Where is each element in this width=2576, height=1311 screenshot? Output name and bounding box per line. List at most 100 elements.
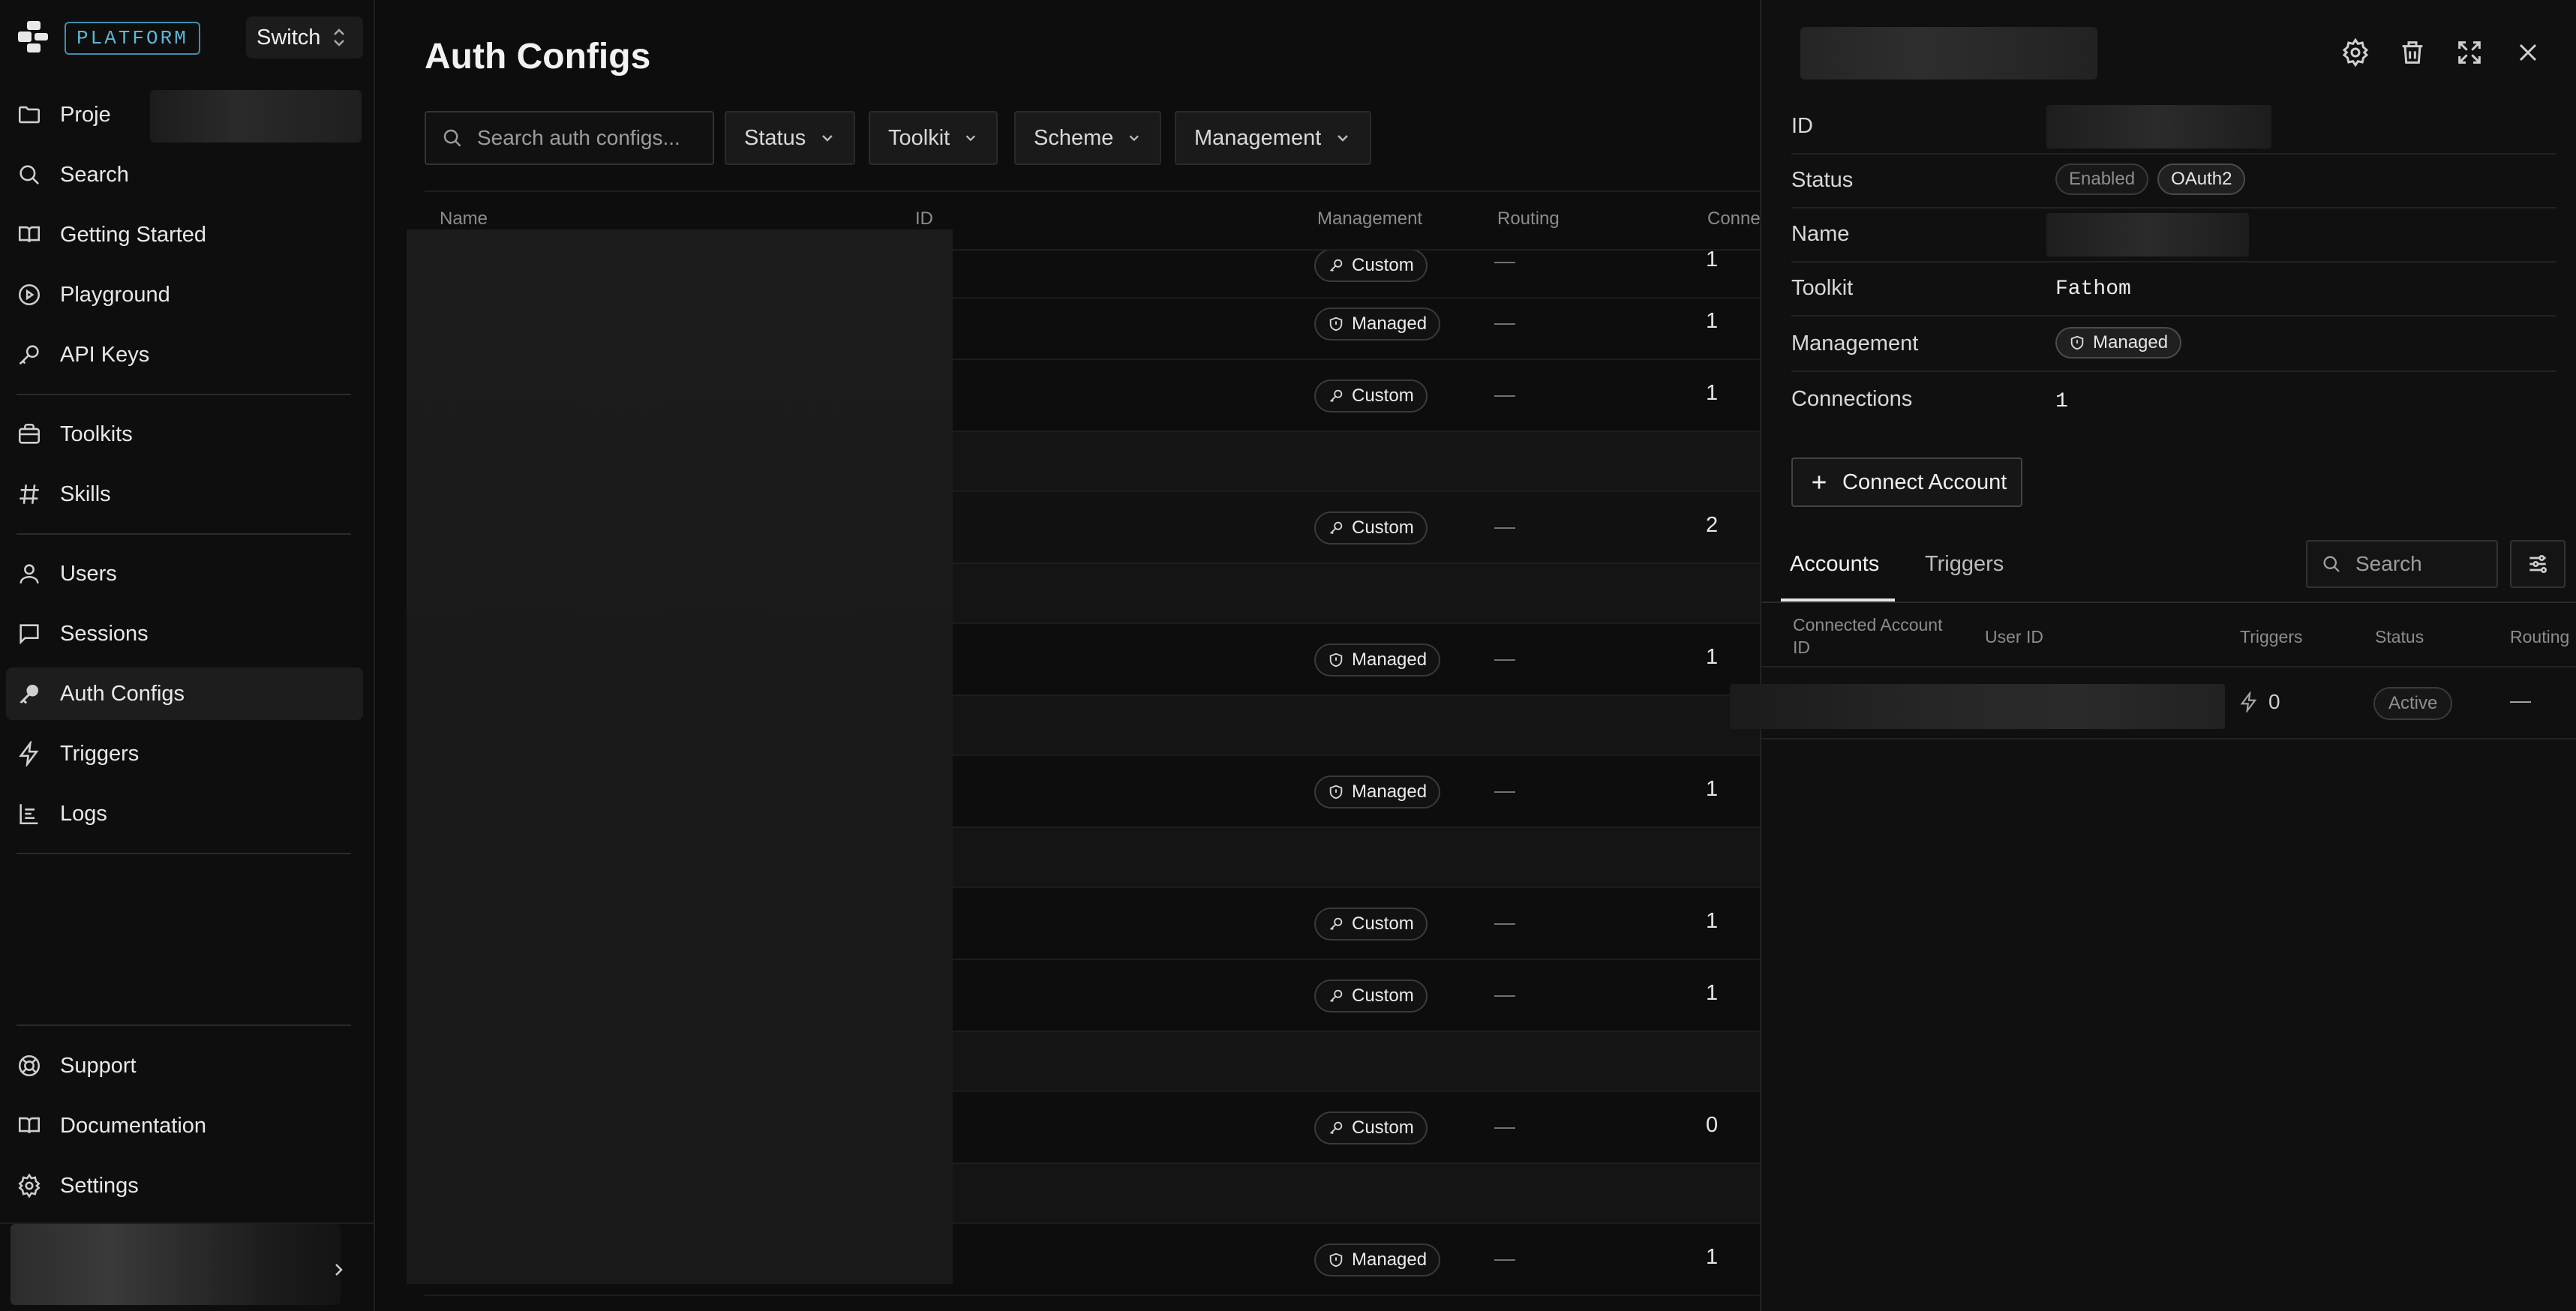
column-connections[interactable]: Conne (1707, 208, 1760, 230)
accounts-search-input[interactable] (2354, 551, 2489, 577)
routing-value: — (1494, 382, 1515, 406)
tabs-divider (1761, 602, 2576, 603)
sidebar-item-users[interactable]: Users (6, 548, 363, 600)
column-status[interactable]: Status (2375, 626, 2424, 648)
filter-label: Scheme (1034, 125, 1114, 150)
switch-button[interactable]: Switch (246, 16, 363, 58)
column-user-id[interactable]: User ID (1985, 626, 2043, 648)
management-filter[interactable]: Management (1175, 111, 1371, 165)
sidebar-item-search[interactable]: Search (6, 148, 363, 201)
expand-icon[interactable] (2454, 38, 2484, 68)
gear-icon[interactable] (2340, 38, 2370, 68)
routing-value: — (1494, 514, 1515, 538)
shield-icon (1328, 652, 1344, 668)
account-triggers: 0 (2238, 690, 2280, 714)
connections-value: 1 (1706, 248, 1719, 272)
column-management[interactable]: Management (1317, 208, 1422, 230)
routing-value: — (1494, 249, 1515, 272)
status-filter[interactable]: Status (725, 111, 855, 165)
prop-row-id: ID (1791, 100, 2556, 154)
column-routing[interactable]: Routing (1497, 208, 1560, 230)
column-triggers[interactable]: Triggers (2240, 626, 2303, 648)
hash-icon (17, 482, 42, 507)
tab-active-indicator (1781, 598, 1895, 602)
sidebar-item-auth-configs[interactable]: Auth Configs (6, 668, 363, 720)
prop-label-management: Management (1791, 332, 1919, 356)
search-input[interactable] (476, 125, 701, 151)
logs-icon (17, 801, 42, 826)
prop-label-toolkit: Toolkit (1791, 276, 1854, 300)
management-label: Managed (1352, 782, 1428, 802)
management-badge: Custom (1314, 980, 1428, 1012)
column-connected-account-id[interactable]: Connected Account ID (1793, 614, 1942, 658)
account-status-badge: Active (2373, 687, 2453, 720)
key-icon (1328, 988, 1344, 1004)
sidebar-item-getting-started[interactable]: Getting Started (6, 208, 363, 261)
scheme-filter[interactable]: Scheme (1014, 111, 1161, 165)
search-icon (2321, 554, 2342, 574)
lifebuoy-icon (17, 1053, 42, 1078)
toolkit-filter[interactable]: Toolkit (869, 111, 998, 165)
connections-value: 0 (1706, 1113, 1719, 1137)
sidebar-item-documentation[interactable]: Documentation (6, 1100, 363, 1152)
user-account-redacted[interactable] (11, 1224, 341, 1305)
chevron-right-icon[interactable] (332, 1260, 347, 1280)
management-badge: Managed (1314, 1244, 1441, 1276)
column-name[interactable]: Name (440, 208, 488, 230)
account-triggers-count: 0 (2268, 690, 2280, 713)
sidebar-item-support[interactable]: Support (6, 1040, 363, 1092)
routing-value: — (1494, 910, 1515, 934)
auth-config-detail-panel: ID Status Enabled OAuth2 Name Toolkit Fat… (1730, 0, 2576, 1311)
connect-account-button[interactable]: Connect Account (1791, 458, 2022, 507)
management-badge: Custom (1314, 380, 1428, 412)
user-icon (17, 561, 42, 586)
folder-icon (17, 102, 42, 128)
sidebar-item-playground[interactable]: Playground (6, 268, 363, 321)
management-pill-wrap: Managed (2055, 327, 2190, 358)
shield-icon (1328, 1252, 1344, 1268)
accounts-row-divider (1761, 738, 2576, 740)
accounts-header-divider (1761, 666, 2576, 668)
redacted-account-row[interactable] (1730, 684, 2225, 729)
accounts-filter-button[interactable] (2510, 540, 2565, 588)
sidebar-item-sessions[interactable]: Sessions (6, 608, 363, 660)
routing-value: — (1494, 310, 1515, 334)
tab-triggers[interactable]: Triggers (1925, 552, 2004, 577)
scheme-badge: OAuth2 (2157, 164, 2246, 195)
search-auth-configs[interactable] (425, 111, 714, 165)
management-badge: Managed (1314, 308, 1441, 340)
connections-value: 1 (1706, 981, 1719, 1005)
status-pills: Enabled OAuth2 (2055, 164, 2254, 195)
column-routing[interactable]: Routing (2510, 626, 2569, 648)
sidebar-divider (17, 853, 351, 854)
connections-value: 2 (1706, 513, 1719, 537)
management-label: Managed (1352, 314, 1428, 334)
sidebar-item-triggers[interactable]: Triggers (6, 728, 363, 780)
sidebar-item-toolkits[interactable]: Toolkits (6, 408, 363, 460)
lightning-icon (2238, 692, 2259, 712)
routing-value: — (1494, 1114, 1515, 1138)
key-icon (1328, 916, 1344, 932)
column-id[interactable]: ID (915, 208, 933, 230)
management-label: Managed (2093, 332, 2169, 352)
sidebar-item-label: Skills (60, 482, 111, 506)
sidebar-item-settings[interactable]: Settings (6, 1160, 363, 1212)
sidebar-item-api-keys[interactable]: API Keys (6, 328, 363, 381)
accounts-search[interactable] (2306, 540, 2498, 588)
tab-accounts[interactable]: Accounts (1790, 552, 1879, 577)
chevron-down-icon (1335, 130, 1351, 146)
sidebar-item-label: Triggers (60, 741, 140, 766)
connections-value: 1 (1706, 381, 1719, 405)
redacted-name-column (407, 230, 953, 1284)
routing-value: — (1494, 646, 1515, 670)
book-icon (17, 222, 42, 248)
sidebar-item-label: Logs (60, 801, 107, 826)
sidebar-divider (17, 394, 351, 395)
sidebar-item-skills[interactable]: Skills (6, 468, 363, 520)
chevron-down-icon (819, 130, 836, 146)
key-icon (1328, 257, 1344, 274)
close-icon[interactable] (2513, 38, 2543, 68)
sidebar-item-logs[interactable]: Logs (6, 788, 363, 840)
trash-icon[interactable] (2397, 38, 2427, 68)
sidebar-item-label: Settings (60, 1173, 139, 1198)
